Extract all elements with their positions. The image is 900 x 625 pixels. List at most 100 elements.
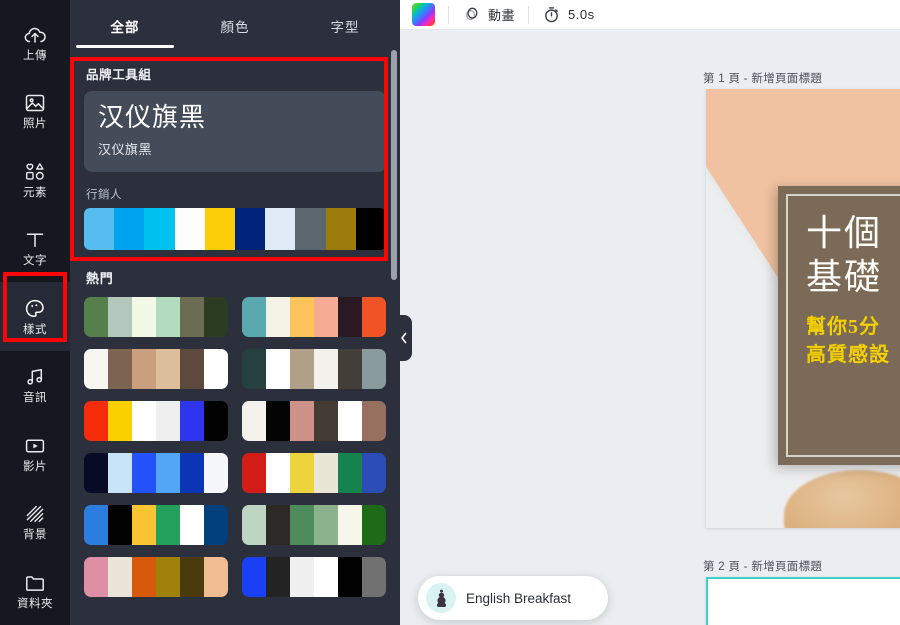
sidebar-item-video[interactable]: 影片 — [0, 419, 70, 488]
music-track-pill[interactable]: English Breakfast — [418, 576, 608, 620]
palette-swatch-7-5 — [362, 452, 386, 493]
palette-swatch-6-5 — [204, 452, 228, 493]
sidebar-item-photos[interactable]: 照片 — [0, 77, 70, 146]
tab-colors[interactable]: 顏色 — [180, 16, 290, 48]
palette-swatch-1-3 — [314, 296, 338, 337]
palette-swatch-6-1 — [108, 452, 132, 493]
palette-swatch-5-3 — [314, 400, 338, 441]
page-1-thumbnail[interactable]: 十個 基礎 幫你5分 高質感設 — [706, 89, 900, 528]
brand-swatch-0[interactable] — [84, 207, 115, 250]
palette-option[interactable] — [84, 400, 228, 441]
brand-swatch-7[interactable] — [295, 207, 326, 250]
upload-cloud-icon — [23, 23, 47, 47]
palette-swatch-0-2 — [132, 296, 156, 337]
palette-option[interactable] — [242, 400, 386, 441]
palette-swatch-11-1 — [266, 556, 290, 597]
brand-swatch-1[interactable] — [114, 207, 145, 250]
music-track-label: English Breakfast — [466, 590, 572, 606]
palette-swatch-9-4 — [338, 504, 362, 545]
palette-swatch-10-1 — [108, 556, 132, 597]
palette-swatch-1-5 — [362, 296, 386, 337]
palette-swatch-8-5 — [204, 504, 228, 545]
palette-option[interactable] — [242, 556, 386, 597]
palette-swatch-9-5 — [362, 504, 386, 545]
sidebar-item-styles[interactable]: 樣式 — [0, 282, 70, 351]
brand-palette-strip[interactable] — [84, 207, 386, 250]
color-swatch-button[interactable] — [412, 3, 435, 26]
poster-sub-line-2: 高質感設 — [806, 343, 890, 366]
sidebar-item-label: 資料夾 — [17, 598, 53, 611]
brand-swatch-6[interactable] — [265, 207, 296, 250]
palette-option[interactable] — [242, 452, 386, 493]
brand-palette-label: 行銷人 — [86, 188, 122, 201]
duration-button[interactable]: 5.0s — [542, 5, 595, 24]
palette-swatch-11-2 — [290, 556, 314, 597]
page-1-label: 第 1 頁 - 新增頁面標題 — [703, 73, 823, 85]
text-icon — [23, 228, 47, 252]
brand-swatch-4[interactable] — [204, 207, 236, 250]
palette-swatch-1-1 — [266, 296, 290, 337]
palette-swatch-3-3 — [314, 348, 338, 389]
panel-tabs: 全部 顏色 字型 — [70, 0, 400, 52]
palette-option[interactable] — [242, 348, 386, 389]
palette-swatch-8-3 — [156, 504, 180, 545]
app-root: 上傳 照片 元素 文字 樣式 音訊 影片 背景 資料夾 全部 顏色 字型 品牌工… — [0, 0, 900, 625]
brand-swatch-3[interactable] — [174, 207, 205, 250]
poster-sub-line-1: 幫你5分 — [806, 315, 880, 338]
brand-swatch-2[interactable] — [144, 207, 175, 250]
palette-swatch-7-1 — [266, 452, 290, 493]
audio-note-icon — [23, 365, 47, 389]
palette-swatch-3-4 — [338, 348, 362, 389]
palette-option[interactable] — [242, 296, 386, 337]
brand-swatch-5[interactable] — [235, 207, 266, 250]
duration-label: 5.0s — [568, 7, 595, 22]
palette-option[interactable] — [84, 504, 228, 545]
sidebar-item-upload[interactable]: 上傳 — [0, 8, 70, 77]
palette-swatch-11-0 — [242, 556, 266, 597]
teapot-avatar-icon — [426, 583, 456, 613]
palette-swatch-2-4 — [180, 348, 204, 389]
page-2-thumbnail[interactable] — [706, 577, 900, 625]
brand-swatch-8[interactable] — [325, 207, 356, 250]
panel-scrollbar-thumb[interactable] — [391, 50, 397, 280]
palette-swatch-4-3 — [156, 400, 180, 441]
sidebar-item-elements[interactable]: 元素 — [0, 145, 70, 214]
sidebar-item-folder[interactable]: 資料夾 — [0, 557, 70, 625]
brand-font-secondary: 汉仪旗黑 — [98, 141, 153, 157]
sidebar-item-text[interactable]: 文字 — [0, 214, 70, 283]
brand-font-card[interactable]: 汉仪旗黑 汉仪旗黑 — [84, 91, 386, 172]
palette-option[interactable] — [242, 504, 386, 545]
palette-option[interactable] — [84, 348, 228, 389]
palette-swatch-9-2 — [290, 504, 314, 545]
animate-icon — [462, 5, 481, 24]
sidebar-item-label: 照片 — [23, 118, 47, 131]
sidebar-item-label: 背景 — [23, 529, 47, 542]
palette-swatch-1-4 — [338, 296, 362, 337]
palette-swatch-3-1 — [266, 348, 290, 389]
palette-swatch-8-0 — [84, 504, 108, 545]
sidebar-item-audio[interactable]: 音訊 — [0, 351, 70, 420]
animate-button[interactable]: 動畫 — [462, 5, 515, 24]
palette-swatch-4-0 — [84, 400, 108, 441]
palette-swatch-8-2 — [132, 504, 156, 545]
palette-swatch-7-3 — [314, 452, 338, 493]
panel-content: 品牌工具組 汉仪旗黑 汉仪旗黑 行銷人 熱門 — [70, 52, 400, 625]
tab-all[interactable]: 全部 — [70, 16, 180, 48]
palette-swatch-10-4 — [180, 556, 204, 597]
palette-swatch-0-3 — [156, 296, 180, 337]
palette-option[interactable] — [84, 296, 228, 337]
palette-option[interactable] — [84, 452, 228, 493]
brand-kit-title: 品牌工具組 — [86, 68, 152, 82]
palette-swatch-4-5 — [204, 400, 228, 441]
brand-swatch-9[interactable] — [355, 207, 386, 250]
palette-option[interactable] — [84, 556, 228, 597]
canvas-scroll-area[interactable]: 第 1 頁 - 新增頁面標題 十個 基礎 幫你5分 高質感設 第 2 頁 - 新… — [400, 30, 900, 625]
sidebar-item-label: 影片 — [23, 460, 47, 473]
panel-collapse-button[interactable] — [396, 315, 412, 361]
sidebar-item-background[interactable]: 背景 — [0, 488, 70, 557]
tab-fonts[interactable]: 字型 — [290, 16, 400, 48]
palette-swatch-5-4 — [338, 400, 362, 441]
palette-swatch-2-2 — [132, 348, 156, 389]
palette-swatch-0-1 — [108, 296, 132, 337]
palette-swatch-2-3 — [156, 348, 180, 389]
